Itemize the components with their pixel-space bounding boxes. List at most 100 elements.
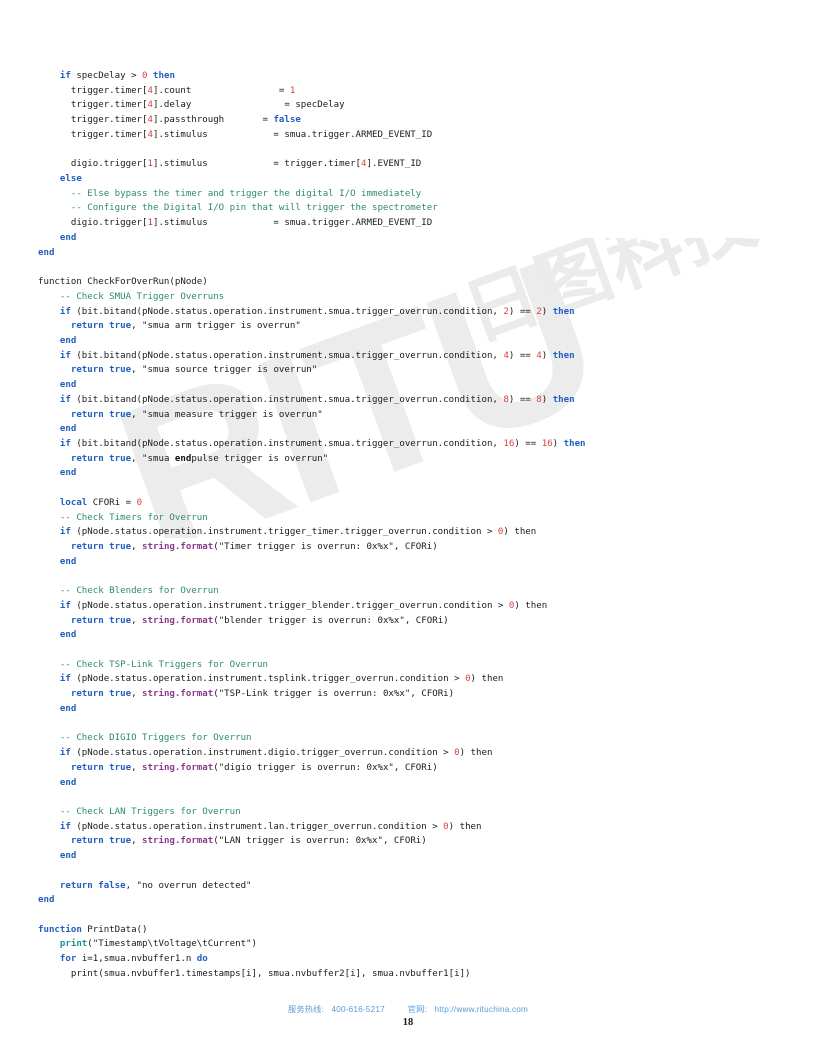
code-line: return true, string.format("blender trig… [0, 614, 816, 629]
hotline-label: 服务热线: [287, 1005, 324, 1014]
code-token: return true [70, 542, 132, 552]
code-token: ) then [503, 527, 537, 538]
code-token: i=1,smua.nvbuffer1.n [76, 954, 197, 965]
code-line: if (bit.bitand(pNode.status.operation.in… [0, 349, 816, 364]
code-token: -- Check LAN Triggers for Overrun [59, 806, 241, 817]
code-token: ("digio trigger is overrun: 0x%x", CFORi… [213, 762, 438, 773]
code-line: return true, string.format("Timer trigge… [0, 540, 816, 555]
code-token: if [59, 821, 71, 832]
code-token: end [59, 468, 77, 479]
code-line: return true, string.format("digio trigge… [0, 761, 816, 776]
code-line: return true, string.format("LAN trigger … [0, 834, 816, 849]
code-line: end [0, 893, 816, 908]
page-footer: 服务热线: 400-616-5217 官网: http://www.rituch… [0, 1003, 816, 1028]
code-token: -- Check SMUA Trigger Overruns [59, 291, 225, 302]
code-token: , "smua [131, 453, 175, 464]
code-token: (pNode.status.operation.instrument.tspli… [70, 674, 466, 685]
code-token: 16 [503, 438, 515, 449]
website-value[interactable]: http://www.rituchina.com [435, 1005, 529, 1014]
code-token: for [59, 954, 77, 965]
code-line: -- Check DIGIO Triggers for Overrun [0, 731, 816, 746]
code-token: specDelay > [70, 71, 143, 81]
code-line: function CheckForOverRun(pNode) [0, 275, 816, 290]
code-token: , "no overrun detected" [125, 880, 252, 891]
code-line: trigger.timer[4].passthrough = false [0, 113, 816, 128]
footer-contact-line: 服务热线: 400-616-5217 官网: http://www.rituch… [0, 1003, 816, 1015]
code-line: end [0, 849, 816, 864]
code-line: else [0, 172, 816, 187]
code-line: -- Check Blenders for Overrun [0, 584, 816, 599]
code-token: (bit.bitand(pNode.status.operation.instr… [70, 438, 504, 449]
code-line: if specDelay > 0 then [0, 69, 816, 84]
code-token: end [59, 424, 77, 435]
code-token: return true [70, 365, 132, 376]
code-line: if (bit.bitand(pNode.status.operation.in… [0, 393, 816, 408]
code-token: (bit.bitand(pNode.status.operation.instr… [70, 350, 504, 361]
code-line: end [0, 776, 816, 791]
code-line: if (pNode.status.operation.instrument.di… [0, 746, 816, 761]
code-token: return true [70, 762, 132, 773]
code-line: print(smua.nvbuffer1.timestamps[i], smua… [0, 967, 816, 982]
code-token: , "smua measure trigger is overrun" [131, 409, 323, 420]
code-token: end [38, 247, 55, 258]
code-token: , "smua source trigger is overrun" [131, 365, 318, 376]
code-token: trigger.timer[ [38, 115, 148, 126]
code-token: string.format [142, 689, 214, 700]
code-line: -- Check LAN Triggers for Overrun [0, 805, 816, 820]
code-line: -- Check SMUA Trigger Overruns [0, 290, 816, 305]
code-line: return true, string.format("TSP-Link tri… [0, 687, 816, 702]
code-line: end [0, 378, 816, 393]
code-token: ) then [470, 674, 504, 685]
code-token: string.format [142, 762, 214, 773]
code-token: ("LAN trigger is overrun: 0x%x", CFORi) [213, 836, 427, 847]
code-token: -- Check Blenders for Overrun [59, 586, 219, 597]
code-token: false [273, 115, 301, 126]
code-line: -- Check Timers for Overrun [0, 511, 816, 526]
code-token: ].stimulus = smua.trigger.ARMED_EVENT_ID [152, 129, 433, 140]
code-token: ) then [459, 748, 493, 759]
code-token: , [131, 836, 143, 847]
code-token: return true [70, 615, 132, 626]
code-token: then [552, 350, 575, 361]
code-token: then [552, 306, 575, 317]
code-token: ("Timer trigger is overrun: 0x%x", CFORi… [213, 542, 438, 552]
code-token: (bit.bitand(pNode.status.operation.instr… [70, 394, 504, 405]
code-token: return true [70, 321, 132, 332]
code-token: ) == [514, 438, 542, 449]
code-token: end [59, 851, 77, 862]
code-token: ("TSP-Link trigger is overrun: 0x%x", CF… [213, 689, 455, 700]
code-line: if (bit.bitand(pNode.status.operation.in… [0, 437, 816, 452]
code-token: if [59, 438, 71, 449]
code-line: trigger.timer[4].stimulus = smua.trigger… [0, 128, 816, 143]
page-number: 18 [402, 1017, 414, 1028]
code-token: then [563, 438, 586, 449]
code-token: CFORi = [87, 497, 137, 508]
code-token: else [59, 174, 82, 185]
